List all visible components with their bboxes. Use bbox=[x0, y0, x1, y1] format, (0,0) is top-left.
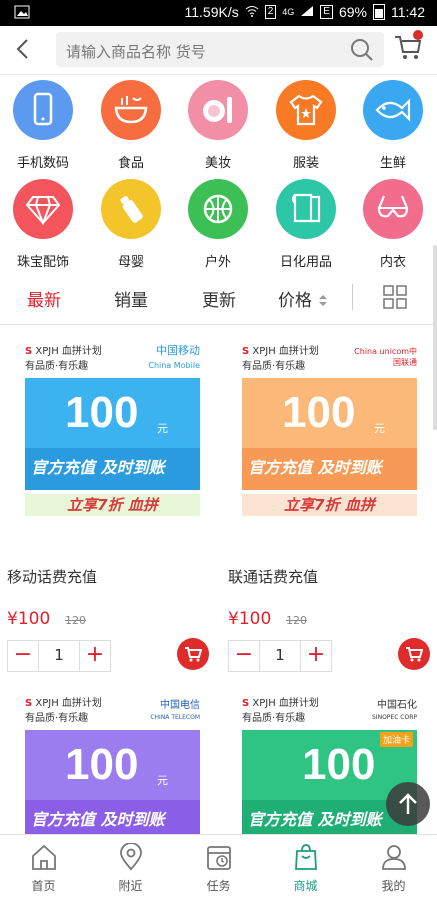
network-type: 4G bbox=[282, 7, 295, 17]
top-header: 请输入商品名称 货号 bbox=[0, 26, 437, 75]
original-price: 120 bbox=[65, 614, 86, 627]
original-price: 120 bbox=[286, 614, 307, 627]
clock: 11:42 bbox=[391, 4, 425, 20]
brand-logo: 中国电信 CHINA TELECOM bbox=[150, 700, 200, 721]
fish-icon bbox=[363, 80, 423, 140]
product-title[interactable]: 联通话费充值 bbox=[228, 566, 318, 587]
battery-icon bbox=[373, 4, 385, 20]
cart-icon bbox=[185, 647, 202, 662]
search-input[interactable]: 请输入商品名称 货号 bbox=[66, 41, 206, 62]
sort-update[interactable]: 更新 bbox=[202, 286, 236, 311]
bowl-icon bbox=[101, 80, 161, 140]
promo-strip: 立享7折 血拼 bbox=[25, 494, 200, 516]
signal-icon bbox=[300, 4, 314, 20]
sort-price[interactable]: 价格 bbox=[278, 286, 329, 311]
category-jewelry[interactable]: 珠宝配饰 bbox=[3, 179, 83, 270]
sim-badge: 2 bbox=[264, 5, 277, 19]
decrease-button[interactable]: − bbox=[229, 641, 260, 671]
user-icon bbox=[381, 845, 406, 870]
decrease-button[interactable]: − bbox=[8, 641, 39, 671]
sort-latest[interactable]: 最新 bbox=[27, 286, 61, 311]
back-to-top-button[interactable] bbox=[386, 782, 430, 826]
shirt-icon bbox=[276, 80, 336, 140]
product-price: ¥100 bbox=[7, 609, 51, 629]
quantity-value[interactable]: 1 bbox=[39, 646, 79, 664]
search-box[interactable]: 请输入商品名称 货号 bbox=[56, 32, 384, 67]
brand-logo: China unicom中国联通 bbox=[354, 347, 417, 367]
category-clothing[interactable]: 服装 bbox=[266, 80, 346, 171]
brand-logo: 中国石化 SINOPEC CORP bbox=[372, 700, 417, 721]
category-daily-chemicals[interactable]: 日化用品 bbox=[266, 179, 346, 270]
increase-button[interactable]: + bbox=[79, 641, 110, 671]
network-speed: 11.59K/s bbox=[184, 4, 239, 20]
sort-arrows-icon bbox=[319, 295, 328, 306]
back-button[interactable] bbox=[10, 34, 36, 64]
add-to-cart-button[interactable] bbox=[177, 638, 209, 670]
bottle-icon bbox=[101, 179, 161, 239]
store-icon bbox=[294, 844, 317, 870]
bottom-tab-bar: 首页 附近 任务 商城 我的 bbox=[0, 834, 437, 901]
scroll-indicator[interactable] bbox=[433, 245, 437, 430]
brand-logo: 中国移动 China Mobile bbox=[148, 344, 200, 370]
task-icon bbox=[206, 846, 231, 870]
banner-logo: S XPJH 血拼计划 有品质·有乐趣 bbox=[25, 698, 102, 724]
gallery-icon bbox=[14, 5, 30, 23]
category-underwear[interactable]: 内衣 bbox=[353, 179, 433, 270]
sort-price-label: 价格 bbox=[278, 291, 312, 311]
makeup-icon bbox=[188, 80, 248, 140]
quantity-value[interactable]: 1 bbox=[260, 646, 300, 664]
home-icon bbox=[31, 844, 56, 870]
category-outdoor[interactable]: 户外 bbox=[178, 179, 258, 270]
divider bbox=[352, 284, 353, 310]
category-beauty[interactable]: 美妆 bbox=[178, 80, 258, 171]
recharge-card: 100 元 官方充值 及时到账 bbox=[25, 378, 200, 490]
location-icon bbox=[119, 842, 142, 871]
sort-sales[interactable]: 销量 bbox=[114, 286, 148, 311]
data-saver-badge: E bbox=[320, 5, 333, 19]
category-fresh[interactable]: 生鲜 bbox=[353, 80, 433, 171]
banner-logo: S XPJH 血拼计划 有品质·有乐趣 bbox=[25, 346, 102, 372]
chevron-left-icon bbox=[16, 39, 28, 59]
sort-bar: 最新 销量 更新 价格 bbox=[0, 272, 437, 325]
grid-view-icon[interactable] bbox=[383, 285, 407, 309]
category-food[interactable]: 食品 bbox=[91, 80, 171, 171]
tab-nearby[interactable]: 附近 bbox=[87, 842, 174, 894]
product-image[interactable]: S XPJH 血拼计划 有品质·有乐趣 中国电信 CHINA TELECOM 1… bbox=[25, 688, 200, 834]
search-icon[interactable] bbox=[350, 38, 374, 62]
bra-icon bbox=[363, 179, 423, 239]
product-price: ¥100 bbox=[228, 609, 272, 629]
increase-button[interactable]: + bbox=[300, 641, 331, 671]
category-mother-baby[interactable]: 母婴 bbox=[91, 179, 171, 270]
product-image[interactable]: S XPJH 血拼计划 有品质·有乐趣 China unicom中国联通 100… bbox=[242, 336, 417, 516]
product-image[interactable]: S XPJH 血拼计划 有品质·有乐趣 中国移动 China Mobile 10… bbox=[25, 336, 200, 516]
banner-logo: S XPJH 血拼计划 有品质·有乐趣 bbox=[242, 346, 319, 372]
ball-icon bbox=[188, 179, 248, 239]
quantity-stepper[interactable]: − 1 + bbox=[7, 640, 111, 672]
battery-percent: 69% bbox=[338, 4, 367, 20]
wifi-icon bbox=[245, 4, 259, 20]
recharge-card: 100 元 官方充值 及时到账 bbox=[25, 730, 200, 834]
status-bar: 11.59K/s 2 4G E 69% 11:42 bbox=[0, 0, 437, 26]
tissue-icon bbox=[276, 179, 336, 239]
cart-icon bbox=[406, 647, 423, 662]
promo-strip: 立享7折 血拼 bbox=[242, 494, 417, 516]
add-to-cart-button[interactable] bbox=[398, 638, 430, 670]
phone-icon bbox=[13, 80, 73, 140]
recharge-card: 100 元 官方充值 及时到账 bbox=[242, 378, 417, 490]
arrow-up-icon bbox=[399, 793, 417, 814]
tab-tasks[interactable]: 任务 bbox=[175, 843, 262, 894]
banner-logo: S XPJH 血拼计划 有品质·有乐趣 bbox=[242, 698, 319, 724]
diamond-icon bbox=[13, 179, 73, 239]
cart-notification-dot bbox=[413, 30, 423, 40]
tab-home[interactable]: 首页 bbox=[0, 843, 87, 894]
tab-profile[interactable]: 我的 bbox=[350, 843, 437, 894]
quantity-stepper[interactable]: − 1 + bbox=[228, 640, 332, 672]
category-phone-digital[interactable]: 手机数码 bbox=[3, 80, 83, 171]
product-title[interactable]: 移动话费充值 bbox=[7, 566, 97, 587]
tab-store[interactable]: 商城 bbox=[262, 843, 349, 894]
